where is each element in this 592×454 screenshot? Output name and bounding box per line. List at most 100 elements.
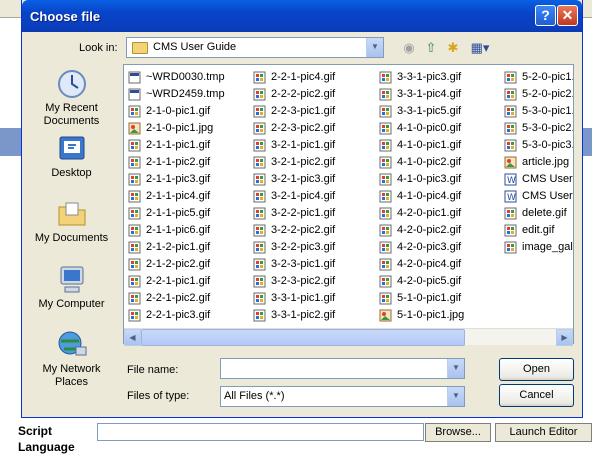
file-name-combo[interactable]: ▼	[220, 358, 465, 379]
file-name: 4-2-0-pic4.gif	[397, 258, 462, 270]
file-list[interactable]: ~WRD0030.tmp ~WRD2459.tmp 2-1-0-pic1.gif 2-…	[123, 64, 574, 344]
look-in-dropdown[interactable]: CMS User Guide ▼	[126, 37, 384, 58]
close-button[interactable]: ✕	[557, 5, 578, 26]
desktop-icon	[59, 136, 84, 160]
file-item[interactable]: 2-1-0-pic1.jpg	[128, 120, 225, 137]
gif-file-icon	[253, 190, 266, 203]
file-item[interactable]: 4-2-0-pic5.gif	[379, 273, 464, 290]
file-item[interactable]: 3-2-1-pic3.gif	[253, 171, 335, 188]
dialog-titlebar[interactable]: Choose file ? ✕	[22, 0, 582, 32]
browse-button[interactable]: Browse...	[425, 423, 491, 442]
file-item[interactable]: 2-1-1-pic2.gif	[128, 154, 225, 171]
file-item[interactable]: 5-1-0-pic1.gif	[379, 290, 464, 307]
help-button[interactable]: ?	[535, 5, 556, 26]
file-item[interactable]: 3-2-2-pic3.gif	[253, 239, 335, 256]
file-item[interactable]: 3-2-3-pic2.gif	[253, 273, 335, 290]
file-name: image_galle	[522, 241, 573, 253]
file-item[interactable]: 3-3-1-pic1.gif	[253, 290, 335, 307]
file-item[interactable]: 2-2-1-pic3.gif	[128, 307, 225, 324]
script-input[interactable]	[97, 423, 424, 441]
open-button[interactable]: Open	[499, 358, 574, 381]
file-name: edit.gif	[522, 224, 555, 236]
view-menu-icon[interactable]: ▦▾	[468, 40, 492, 56]
file-item[interactable]: 2-1-1-pic4.gif	[128, 188, 225, 205]
scroll-left-icon[interactable]: ◀	[124, 329, 141, 346]
file-item[interactable]: 2-1-0-pic1.gif	[128, 103, 225, 120]
file-item[interactable]: 3-3-1-pic4.gif	[379, 86, 464, 103]
file-item[interactable]: edit.gif	[504, 222, 573, 239]
file-item[interactable]: article.jpg	[504, 154, 573, 171]
gif-file-icon	[504, 207, 517, 220]
file-item[interactable]: 2-2-1-pic1.gif	[128, 273, 225, 290]
new-folder-icon[interactable]: ✱	[444, 40, 462, 56]
file-item[interactable]: delete.gif	[504, 205, 573, 222]
gif-file-icon	[379, 207, 392, 220]
scroll-right-icon[interactable]: ▶	[556, 329, 573, 346]
file-item[interactable]: 2-1-2-pic2.gif	[128, 256, 225, 273]
file-item[interactable]: 4-1-0-pic4.gif	[379, 188, 464, 205]
file-item[interactable]: 4-2-0-pic4.gif	[379, 256, 464, 273]
file-item[interactable]: 5-3-0-pic2.	[504, 120, 573, 137]
file-item[interactable]: ~WRD0030.tmp	[128, 69, 225, 86]
file-name: article.jpg	[522, 156, 570, 168]
file-item[interactable]: 3-2-3-pic1.gif	[253, 256, 335, 273]
launch-editor-button[interactable]: Launch Editor	[495, 423, 592, 442]
file-item[interactable]: 2-1-1-pic5.gif	[128, 205, 225, 222]
gif-file-icon	[253, 105, 266, 118]
file-item[interactable]: 4-1-0-pic0.gif	[379, 120, 464, 137]
file-item[interactable]: 5-3-0-pic1.	[504, 103, 573, 120]
chevron-down-icon[interactable]: ▼	[447, 359, 464, 378]
gif-file-icon	[253, 292, 266, 305]
file-item[interactable]: 4-2-0-pic2.gif	[379, 222, 464, 239]
gif-file-icon	[253, 88, 266, 101]
file-item[interactable]: 2-2-3-pic1.gif	[253, 103, 335, 120]
file-item[interactable]: 2-2-3-pic2.gif	[253, 120, 335, 137]
file-item[interactable]: 3-2-1-pic2.gif	[253, 154, 335, 171]
file-name-label: File name:	[127, 364, 179, 376]
chevron-down-icon[interactable]: ▼	[366, 38, 383, 57]
file-item[interactable]: 5-3-0-pic3.	[504, 137, 573, 154]
file-item[interactable]: 3-3-1-pic2.gif	[253, 307, 335, 324]
place-my-documents[interactable]: My Documents	[29, 198, 114, 245]
file-item[interactable]: 2-1-1-pic1.gif	[128, 137, 225, 154]
place-desktop[interactable]: Desktop	[29, 133, 114, 180]
file-item[interactable]: 2-2-1-pic2.gif	[128, 290, 225, 307]
cancel-button[interactable]: Cancel	[499, 384, 574, 407]
file-item[interactable]: W CMS User G	[504, 188, 573, 205]
file-item[interactable]: 2-2-2-pic2.gif	[253, 86, 335, 103]
file-item[interactable]: 2-1-2-pic1.gif	[128, 239, 225, 256]
place-recent-documents[interactable]: My Recent Documents	[29, 68, 114, 128]
file-item[interactable]: 2-1-1-pic3.gif	[128, 171, 225, 188]
file-item[interactable]: 5-1-0-pic1.jpg	[379, 307, 464, 324]
file-item[interactable]: 4-1-0-pic3.gif	[379, 171, 464, 188]
files-of-type-dropdown[interactable]: All Files (*.*) ▼	[220, 386, 465, 407]
file-item[interactable]: 4-2-0-pic1.gif	[379, 205, 464, 222]
file-item[interactable]: 5-2-0-pic1.	[504, 69, 573, 86]
file-item[interactable]: 4-2-0-pic3.gif	[379, 239, 464, 256]
place-network-places[interactable]: My Network Places	[29, 329, 114, 389]
place-my-computer[interactable]: My Computer	[29, 264, 114, 311]
horizontal-scrollbar[interactable]: ◀ ▶	[124, 328, 573, 346]
chevron-down-icon[interactable]: ▼	[447, 387, 464, 406]
file-item[interactable]: 2-1-1-pic6.gif	[128, 222, 225, 239]
file-item[interactable]: W CMS User G	[504, 171, 573, 188]
gif-file-icon	[379, 241, 392, 254]
file-item[interactable]: 3-2-1-pic1.gif	[253, 137, 335, 154]
file-item[interactable]: 3-3-1-pic3.gif	[379, 69, 464, 86]
file-item[interactable]: 4-1-0-pic1.gif	[379, 137, 464, 154]
file-name: 4-1-0-pic2.gif	[397, 156, 462, 168]
up-folder-icon[interactable]: ⇧	[422, 40, 440, 56]
back-icon[interactable]: ◉	[400, 40, 418, 56]
file-name-input[interactable]	[221, 359, 443, 378]
file-item[interactable]: 3-2-2-pic1.gif	[253, 205, 335, 222]
file-item[interactable]: 2-2-1-pic4.gif	[253, 69, 335, 86]
file-item[interactable]: 3-2-2-pic2.gif	[253, 222, 335, 239]
file-item[interactable]: image_galle	[504, 239, 573, 256]
file-item[interactable]: ~WRD2459.tmp	[128, 86, 225, 103]
file-item[interactable]: 3-3-1-pic5.gif	[379, 103, 464, 120]
file-item[interactable]: 3-2-1-pic4.gif	[253, 188, 335, 205]
file-item[interactable]: 5-2-0-pic2.	[504, 86, 573, 103]
dialog-title: Choose file	[30, 9, 101, 24]
scroll-thumb[interactable]	[141, 329, 465, 346]
file-item[interactable]: 4-1-0-pic2.gif	[379, 154, 464, 171]
